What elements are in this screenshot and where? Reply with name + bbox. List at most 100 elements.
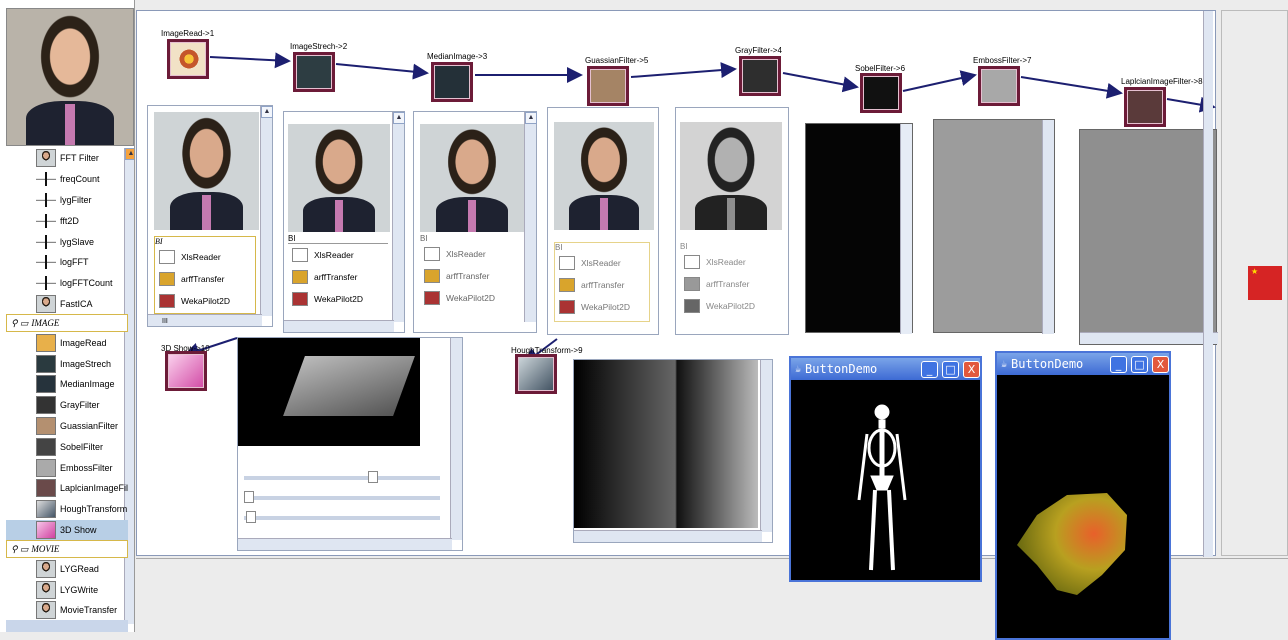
palette-item[interactable]: MovieTransfer <box>6 600 128 621</box>
tool-xlsreader[interactable]: XlsReader <box>420 243 520 265</box>
node-guassianfilter[interactable] <box>587 66 629 106</box>
palette-item[interactable]: HoughTransform <box>6 499 128 520</box>
panel-vscroll[interactable] <box>450 338 462 540</box>
node-houghtransform[interactable] <box>515 354 557 394</box>
panel-vscroll[interactable]: ▲ <box>260 106 273 316</box>
palette-item[interactable]: fft2D <box>6 210 128 231</box>
table-icon <box>159 250 175 264</box>
palette-hscroll[interactable] <box>6 620 128 632</box>
tool-arfftransfer[interactable]: arffTransfer <box>155 268 255 290</box>
slider-thumb[interactable] <box>368 471 378 483</box>
panel-vscroll[interactable]: ▲ <box>392 112 405 322</box>
panel-vscroll[interactable] <box>760 360 772 532</box>
palette-item[interactable]: MedianImage <box>6 374 128 395</box>
tool-arfftransfer[interactable]: arffTransfer <box>288 266 388 288</box>
node-sobelfilter[interactable] <box>860 73 902 113</box>
tool-xlsreader[interactable]: XlsReader <box>288 244 388 266</box>
palette-item[interactable]: logFFTCount <box>6 273 128 294</box>
maximize-button[interactable]: □ <box>1131 355 1148 373</box>
node-label: GrayFilter->4 <box>735 46 782 55</box>
palette-item[interactable]: GuassianFilter <box>6 416 128 437</box>
group-movie[interactable]: ⚲ ▭ MOVIE <box>6 540 128 559</box>
tool-wekapilot2d[interactable]: WekaPilot2D <box>288 288 388 310</box>
scroll-up-button[interactable]: ▲ <box>525 112 537 124</box>
tool-arfftransfer[interactable]: arffTransfer <box>555 274 649 296</box>
tool-wekapilot2d[interactable]: WekaPilot2D <box>680 295 780 317</box>
tool-xlsreader[interactable]: XlsReader <box>155 246 255 268</box>
tool-wekapilot2d[interactable]: WekaPilot2D <box>155 290 255 312</box>
slider-1[interactable] <box>244 471 440 483</box>
tool-arfftransfer[interactable]: arffTransfer <box>680 273 780 295</box>
hough-icon <box>36 500 56 519</box>
palette-item[interactable]: GrayFilter <box>6 395 128 416</box>
palette-item[interactable]: freqCount <box>6 169 128 190</box>
maximize-button[interactable]: □ <box>942 360 959 378</box>
tool-xlsreader[interactable]: XlsReader <box>555 252 649 274</box>
palette-item[interactable]: LYGRead <box>6 558 128 579</box>
palette-item[interactable]: LaplcianImageFil <box>6 478 128 499</box>
node-imagestrech[interactable] <box>293 52 335 92</box>
palette-item[interactable]: lygSlave <box>6 231 128 252</box>
tool-arfftransfer[interactable]: arffTransfer <box>420 265 520 287</box>
scroll-up-button[interactable]: ▲ <box>261 106 273 118</box>
face-preview <box>420 124 524 232</box>
palette-item[interactable]: FFT Filter <box>6 148 128 169</box>
palette-item-selected[interactable]: 3D Show <box>6 519 128 541</box>
panel-hscroll[interactable]: III <box>148 314 262 326</box>
slider-thumb[interactable] <box>244 491 254 503</box>
face-thumb-icon <box>36 149 56 168</box>
face-thumb-icon <box>36 294 56 313</box>
minimize-button[interactable]: _ <box>1110 355 1127 373</box>
3d-show-panel <box>237 337 463 551</box>
canvas-vscroll[interactable] <box>1203 11 1213 557</box>
close-button[interactable]: X <box>1152 355 1169 373</box>
panel-vscroll[interactable] <box>900 124 912 334</box>
node-grayfilter[interactable] <box>739 56 781 96</box>
tool-xlsreader[interactable]: XlsReader <box>680 251 780 273</box>
palette-item[interactable]: FastICA <box>6 294 128 315</box>
palette-item[interactable]: EmbossFilter <box>6 457 128 478</box>
face-thumb-icon <box>36 601 56 620</box>
node-3dshow[interactable] <box>165 351 207 391</box>
face-thumb-icon <box>36 580 56 599</box>
panel-hscroll[interactable] <box>1080 332 1218 344</box>
palette-item[interactable]: ImageRead <box>6 332 128 353</box>
buttondemo-window-1: ☕ ButtonDemo _ □ X <box>789 356 982 582</box>
node-laplcian[interactable] <box>1124 87 1166 127</box>
weka-icon <box>292 292 308 306</box>
slider-2[interactable] <box>244 491 440 503</box>
image-thumb-icon <box>36 437 56 456</box>
minimize-button[interactable]: _ <box>921 360 938 378</box>
panel-hscroll[interactable] <box>238 538 452 550</box>
palette-item[interactable]: SobelFilter <box>6 436 128 457</box>
tool-list: BI XlsReader arffTransfer WekaPilot2D <box>680 242 780 322</box>
panel-hscroll[interactable] <box>284 320 394 332</box>
scroll-up-button[interactable]: ▲ <box>393 112 405 124</box>
slider-thumb[interactable] <box>246 511 256 523</box>
panel-vscroll[interactable] <box>1042 120 1054 334</box>
node-embossfilter[interactable] <box>978 66 1020 106</box>
table-icon <box>559 256 575 270</box>
hammer-icon <box>559 278 575 292</box>
3d-head-model <box>1017 493 1127 595</box>
3d-icon <box>36 520 56 539</box>
palette-item[interactable]: lygFilter <box>6 190 128 211</box>
panel-hscroll[interactable] <box>574 530 762 542</box>
table-icon <box>292 248 308 262</box>
window-titlebar[interactable]: ☕ ButtonDemo _ □ X <box>791 358 980 380</box>
palette-item[interactable]: logFFT <box>6 252 128 273</box>
component-tree: FFT Filter freqCount lygFilter fft2D lyg… <box>6 148 128 624</box>
tool-wekapilot2d[interactable]: WekaPilot2D <box>420 287 520 309</box>
palette-item[interactable]: LYGWrite <box>6 579 128 600</box>
slider-3[interactable] <box>244 511 440 523</box>
panel-vscroll[interactable]: ▲ <box>524 112 537 322</box>
close-button[interactable]: X <box>963 360 980 378</box>
palette-item[interactable]: ImageStrech <box>6 353 128 374</box>
window-titlebar[interactable]: ☕ ButtonDemo _ □ X <box>997 353 1169 375</box>
waveform-icon <box>36 276 56 291</box>
node-imageread[interactable] <box>167 39 209 79</box>
group-image[interactable]: ⚲ ▭ IMAGE <box>6 314 128 333</box>
node-medianimage[interactable] <box>431 62 473 102</box>
node-label: GuassianFilter->5 <box>585 56 649 65</box>
tool-wekapilot2d[interactable]: WekaPilot2D <box>555 296 649 318</box>
